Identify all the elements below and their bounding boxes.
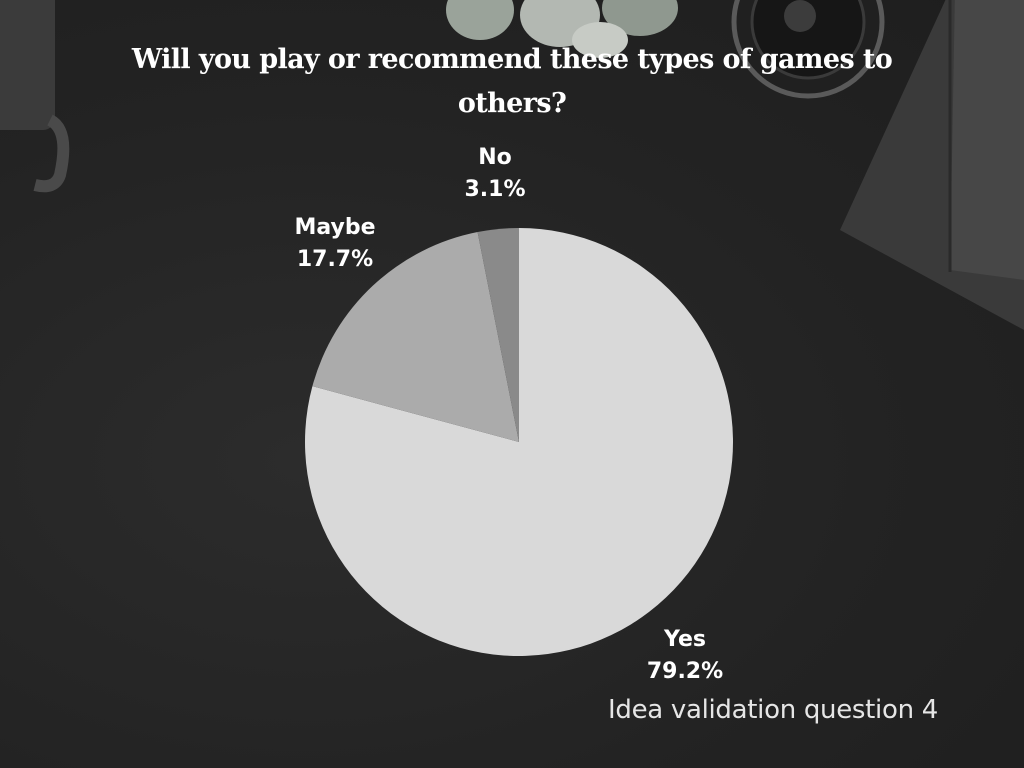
slice-label-no: No 3.1% bbox=[455, 142, 535, 206]
slice-label-yes-name: Yes bbox=[664, 627, 706, 652]
slice-label-maybe-name: Maybe bbox=[294, 215, 376, 240]
chart-canvas: Will you play or recommend these types o… bbox=[0, 0, 1024, 768]
slice-label-no-name: No bbox=[478, 145, 512, 170]
slice-label-yes-value: 79.2% bbox=[646, 659, 724, 684]
slice-label-no-value: 3.1% bbox=[464, 177, 526, 202]
slice-label-maybe: Maybe 17.7% bbox=[280, 212, 390, 276]
caption: Idea validation question 4 bbox=[608, 695, 938, 725]
pie-chart bbox=[305, 228, 733, 656]
slice-label-maybe-value: 17.7% bbox=[296, 247, 374, 272]
slice-label-yes: Yes 79.2% bbox=[635, 624, 735, 688]
